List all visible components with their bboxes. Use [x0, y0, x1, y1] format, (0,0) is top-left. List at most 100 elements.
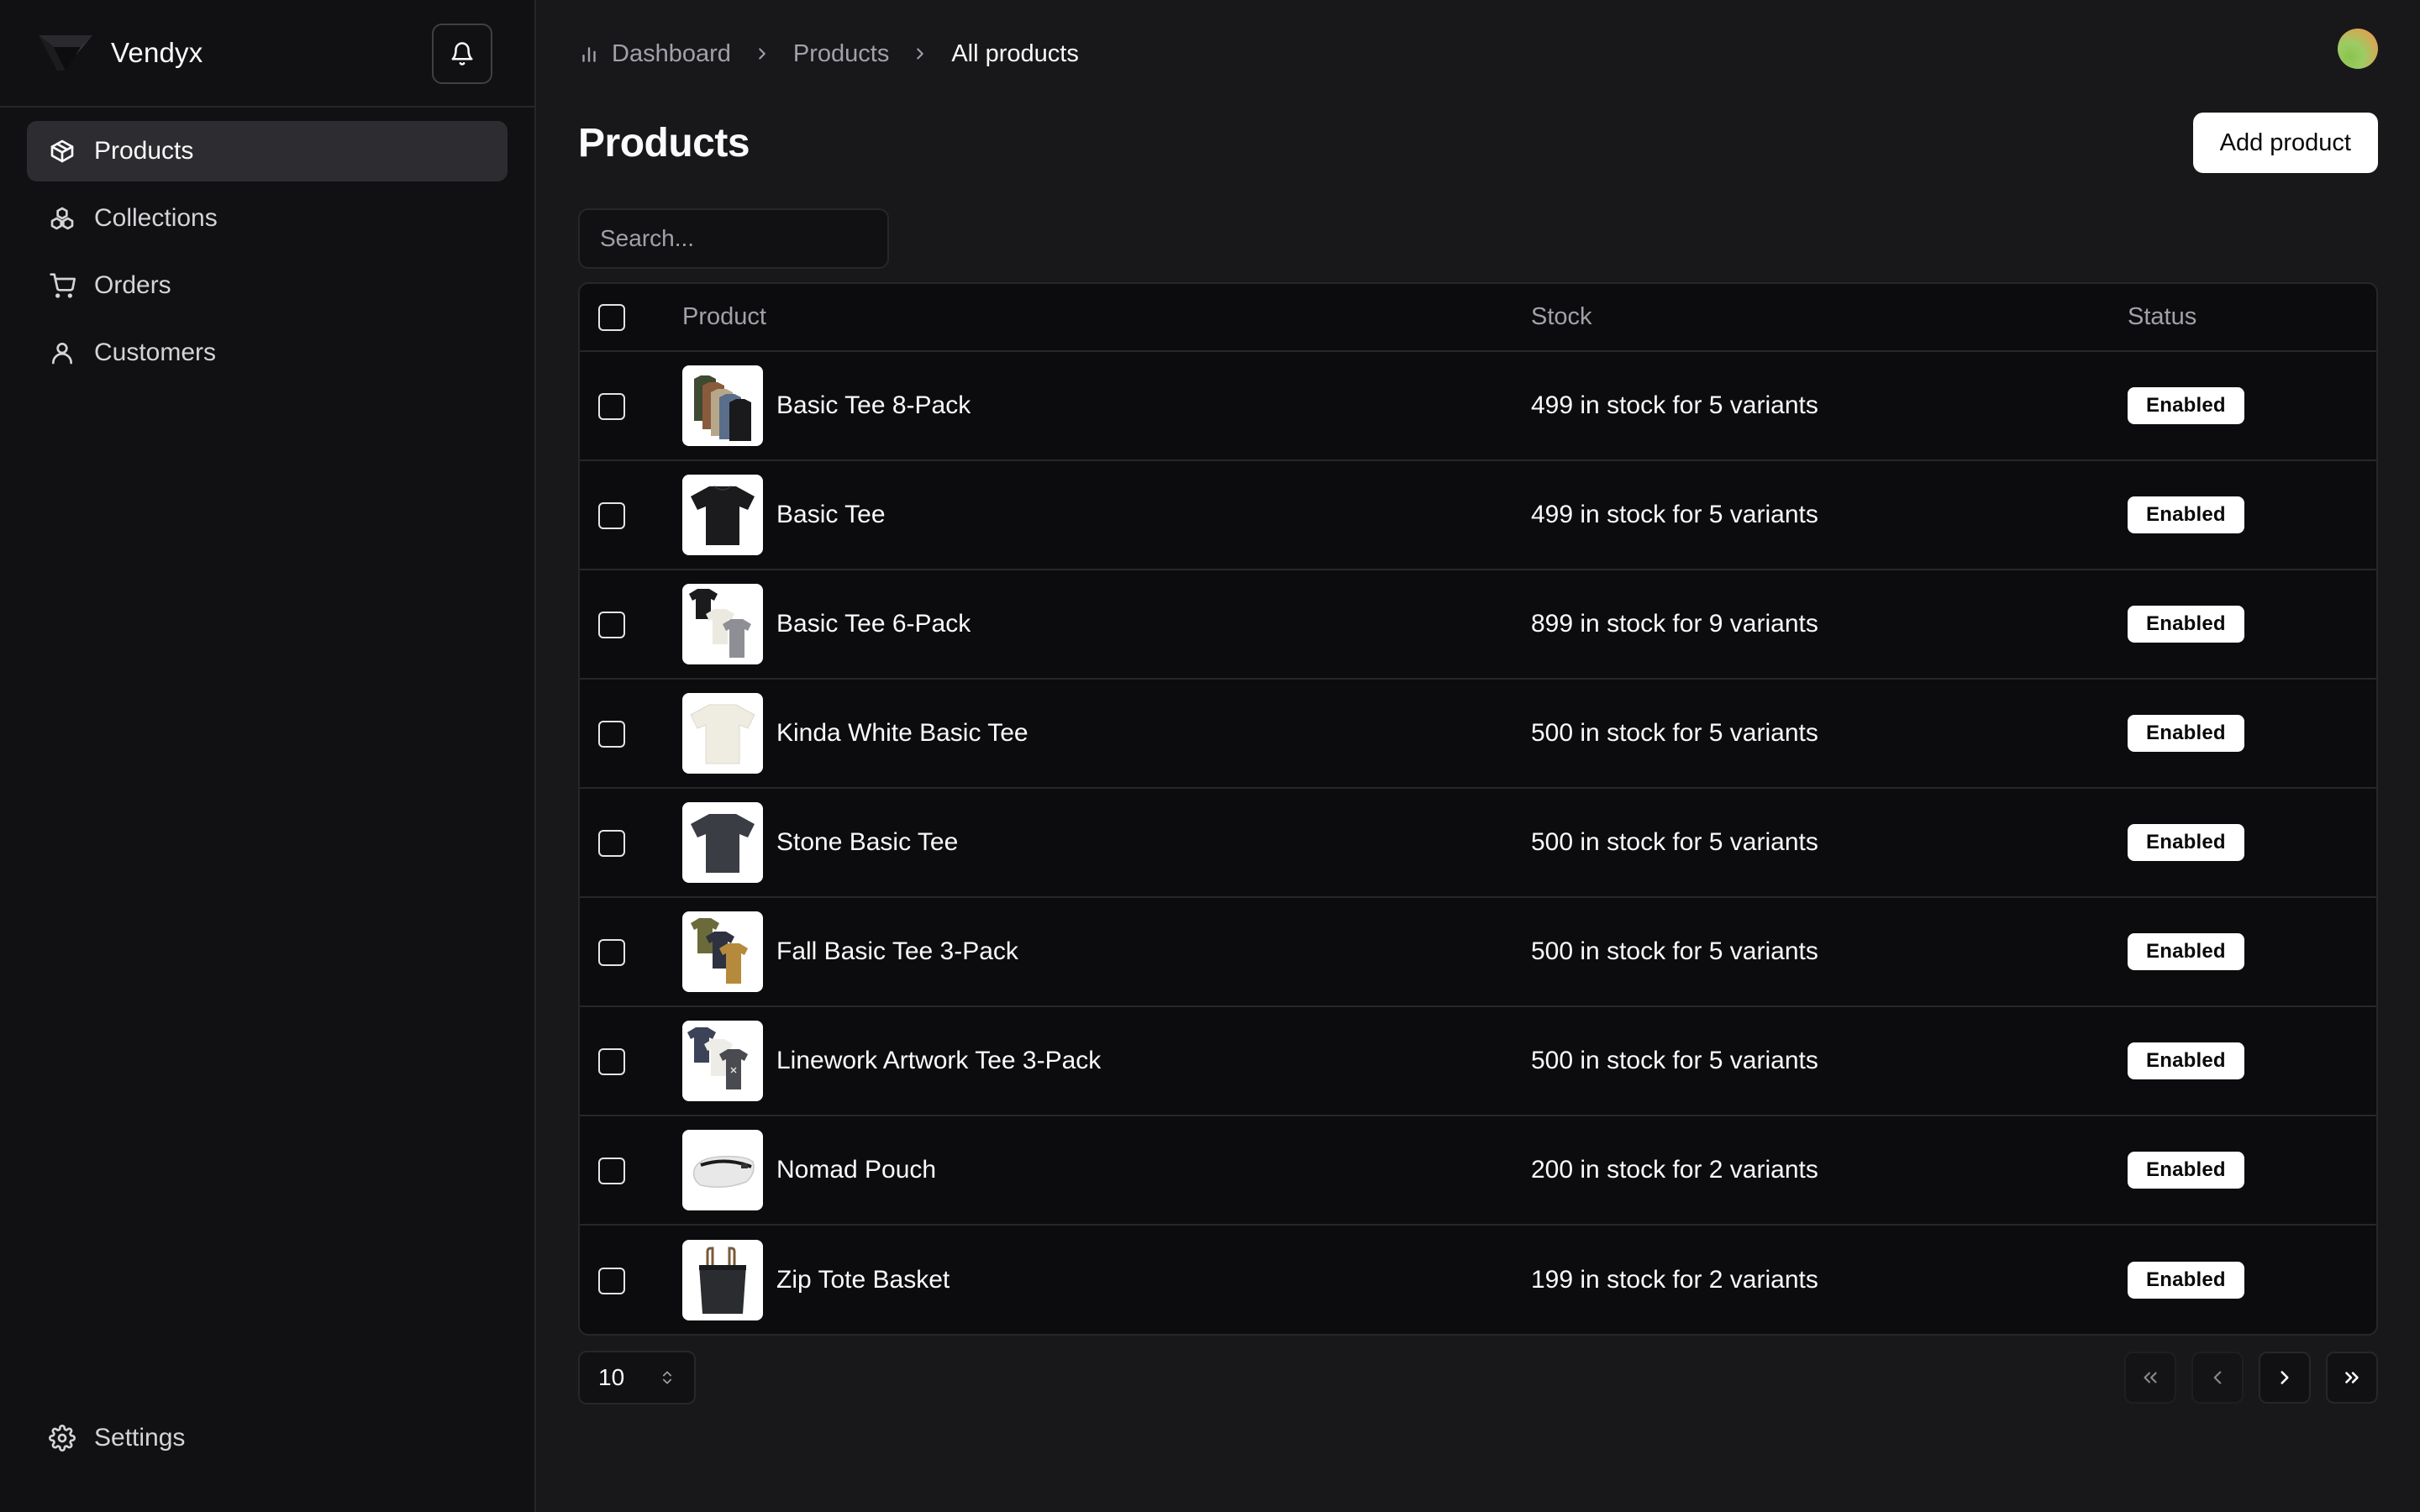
- sidebar-item-customers[interactable]: Customers: [27, 323, 508, 383]
- status-badge: Enabled: [2128, 387, 2244, 424]
- notifications-button[interactable]: [432, 24, 492, 84]
- product-thumbnail: [682, 475, 763, 555]
- product-name[interactable]: Kinda White Basic Tee: [776, 719, 1028, 748]
- next-page-button[interactable]: [2259, 1352, 2311, 1404]
- last-page-button[interactable]: [2326, 1352, 2378, 1404]
- table-header-row: Product Stock Status: [580, 284, 2376, 352]
- title-row: Products Add product: [578, 101, 2378, 185]
- sidebar-item-products[interactable]: Products: [27, 121, 508, 181]
- breadcrumb-products[interactable]: Products: [793, 40, 889, 68]
- status-badge: Enabled: [2128, 1152, 2244, 1189]
- stock-cell: 499 in stock for 5 variants: [1531, 460, 2128, 570]
- row-checkbox[interactable]: [598, 1048, 625, 1076]
- page-size-value: 10: [598, 1364, 625, 1390]
- brand-name: Vendyx: [111, 37, 203, 68]
- gear-icon: [49, 1425, 76, 1452]
- table-row[interactable]: Nomad Pouch 200 in stock for 2 variants …: [580, 1116, 2376, 1226]
- product-thumbnail: [682, 1239, 763, 1320]
- table-row[interactable]: Kinda White Basic Tee 500 in stock for 5…: [580, 679, 2376, 789]
- avatar[interactable]: [2338, 29, 2378, 69]
- row-checkbox[interactable]: [598, 502, 625, 530]
- product-name[interactable]: Basic Tee 6-Pack: [776, 610, 971, 638]
- product-thumbnail: [682, 693, 763, 774]
- product-thumbnail: [682, 365, 763, 446]
- sidebar-item-label: Collections: [94, 204, 218, 232]
- breadcrumb-label: All products: [951, 39, 1079, 67]
- table-footer: 10: [578, 1351, 2378, 1404]
- collections-icon: [50, 207, 74, 230]
- package-icon: [50, 139, 74, 163]
- column-header-product: Product: [682, 284, 1531, 352]
- sidebar-nav: Products Collections Orders Customers: [0, 108, 534, 403]
- sidebar-item-label: Settings: [94, 1424, 186, 1452]
- row-checkbox[interactable]: [598, 612, 625, 639]
- table-row[interactable]: Stone Basic Tee 500 in stock for 5 varia…: [580, 788, 2376, 898]
- main-content: Dashboard Products All products Products…: [536, 0, 2420, 1512]
- sidebar: Vendyx Products Collections Orders Custo…: [0, 0, 536, 1512]
- page-title: Products: [578, 120, 750, 165]
- stock-cell: 199 in stock for 2 variants: [1531, 1265, 1818, 1294]
- stock-cell: 500 in stock for 5 variants: [1531, 897, 2128, 1007]
- table-row[interactable]: Basic Tee 8-Pack 499 in stock for 5 vari…: [580, 351, 2376, 461]
- table-row[interactable]: Basic Tee 6-Pack 899 in stock for 9 vari…: [580, 570, 2376, 680]
- table-row[interactable]: Zip Tote Basket 199 in stock for 2 varia…: [580, 1225, 2376, 1334]
- table-row[interactable]: Basic Tee 499 in stock for 5 variants En…: [580, 460, 2376, 570]
- chevron-right-icon: [911, 45, 929, 63]
- chevron-left-icon: [2213, 1371, 2222, 1384]
- table-row[interactable]: Fall Basic Tee 3-Pack 500 in stock for 5…: [580, 897, 2376, 1007]
- user-icon: [52, 343, 72, 365]
- breadcrumb-dashboard[interactable]: Dashboard: [578, 40, 731, 68]
- status-badge: Enabled: [2128, 824, 2244, 861]
- breadcrumb-label: Dashboard: [612, 39, 731, 67]
- product-name[interactable]: Linework Artwork Tee 3-Pack: [776, 1047, 1101, 1075]
- first-page-button[interactable]: [2124, 1352, 2176, 1404]
- add-product-button[interactable]: Add product: [2192, 113, 2378, 173]
- product-name[interactable]: Basic Tee: [776, 501, 886, 529]
- sidebar-item-collections[interactable]: Collections: [27, 188, 508, 249]
- status-badge: Enabled: [2128, 1261, 2244, 1299]
- row-checkbox[interactable]: [598, 1158, 625, 1185]
- product-name[interactable]: Nomad Pouch: [776, 1156, 936, 1184]
- column-header-status: Status: [2128, 284, 2376, 352]
- product-thumbnail: [682, 584, 763, 664]
- product-name[interactable]: Zip Tote Basket: [776, 1266, 950, 1294]
- stock-cell: 499 in stock for 5 variants: [1531, 351, 2128, 461]
- row-checkbox[interactable]: [598, 721, 625, 748]
- select-all-checkbox[interactable]: [598, 304, 625, 332]
- table-row[interactable]: Linework Artwork Tee 3-Pack 500 in stock…: [580, 1006, 2376, 1116]
- row-checkbox[interactable]: [598, 1267, 625, 1294]
- product-thumbnail: [682, 911, 763, 992]
- status-badge: Enabled: [2128, 606, 2244, 643]
- stock-cell: 899 in stock for 9 variants: [1531, 570, 2128, 680]
- product-thumbnail: [682, 802, 763, 883]
- pagination: [2124, 1352, 2378, 1404]
- status-badge: Enabled: [2128, 933, 2244, 970]
- status-badge: Enabled: [2128, 715, 2244, 752]
- stock-cell: 500 in stock for 5 variants: [1531, 788, 2128, 898]
- chevrons-right-icon: [2345, 1372, 2359, 1383]
- sidebar-item-orders[interactable]: Orders: [27, 255, 508, 316]
- breadcrumb-label: Products: [792, 39, 890, 67]
- sidebar-item-settings[interactable]: Settings: [27, 1408, 508, 1468]
- sidebar-item-label: Customers: [94, 339, 217, 366]
- chevron-right-icon: [753, 45, 771, 63]
- status-badge: Enabled: [2128, 1042, 2244, 1079]
- stock-cell: 500 in stock for 5 variants: [1531, 1006, 2128, 1116]
- column-header-stock: Stock: [1531, 284, 2128, 352]
- cart-icon: [50, 273, 76, 298]
- topbar: Dashboard Products All products: [578, 0, 2378, 108]
- previous-page-button[interactable]: [2191, 1352, 2244, 1404]
- bell-icon: [451, 42, 473, 66]
- sidebar-item-label: Orders: [94, 271, 171, 299]
- chevrons-up-down-icon: [663, 1371, 671, 1384]
- row-checkbox[interactable]: [598, 939, 625, 967]
- row-checkbox[interactable]: [598, 393, 625, 421]
- search-input[interactable]: [578, 208, 889, 269]
- row-checkbox[interactable]: [598, 830, 625, 858]
- page-size-select[interactable]: 10: [578, 1351, 696, 1404]
- product-name[interactable]: Fall Basic Tee 3-Pack: [776, 937, 1018, 966]
- bar-chart-icon: [582, 47, 596, 62]
- sidebar-header: Vendyx: [0, 0, 534, 108]
- product-name[interactable]: Stone Basic Tee: [776, 828, 958, 857]
- product-name[interactable]: Basic Tee 8-Pack: [776, 391, 971, 420]
